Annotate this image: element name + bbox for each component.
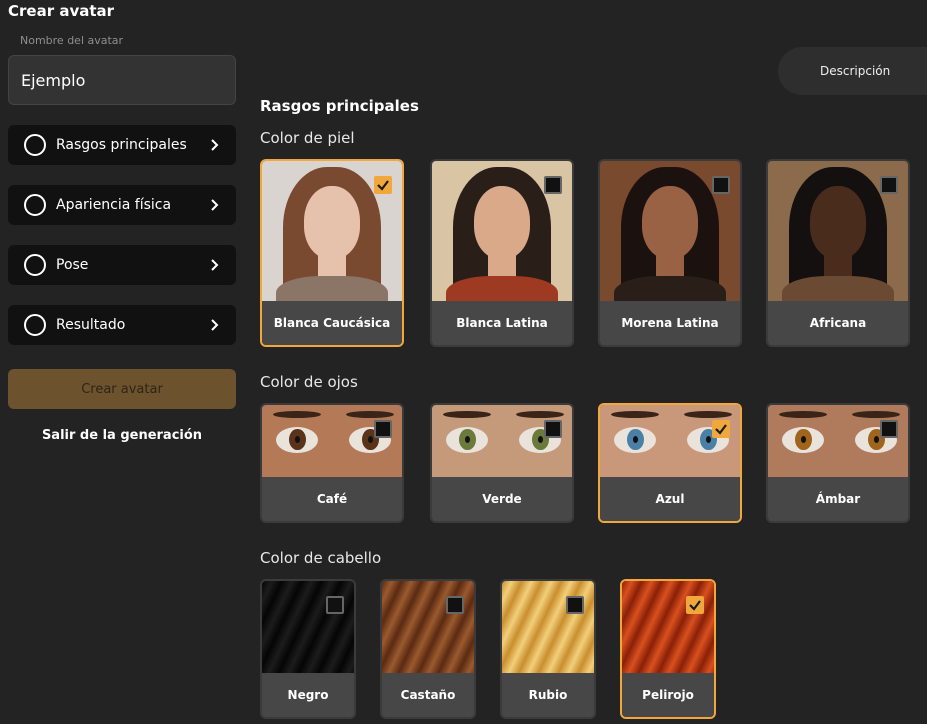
checkbox-unchecked-icon[interactable] — [880, 176, 898, 194]
eye-option-label: Azul — [600, 477, 740, 521]
avatar-name-input[interactable] — [8, 55, 236, 105]
eye-option-image — [600, 405, 740, 477]
hair-option-image — [382, 581, 474, 673]
checkbox-unchecked-icon[interactable] — [544, 420, 562, 438]
checkbox-unchecked-icon[interactable] — [374, 420, 392, 438]
avatar-name-label: Nombre del avatar — [20, 34, 124, 47]
skin-option-card[interactable]: Morena Latina — [598, 159, 742, 347]
checkbox-checked-icon[interactable] — [712, 420, 730, 438]
hair-option-label: Rubio — [502, 673, 594, 717]
step-status-circle-icon — [24, 314, 46, 336]
step-label: Resultado — [56, 317, 126, 333]
page-title: Crear avatar — [8, 2, 115, 20]
hair-option-label: Negro — [262, 673, 354, 717]
skin-option-card[interactable]: Blanca Latina — [430, 159, 574, 347]
eye-option-card[interactable]: Ámbar — [766, 403, 910, 523]
skin-option-label: Blanca Latina — [432, 301, 572, 345]
eye-option-image — [432, 405, 572, 477]
checkbox-unchecked-icon[interactable] — [712, 176, 730, 194]
checkbox-unchecked-icon[interactable] — [566, 596, 584, 614]
step-status-circle-icon — [24, 254, 46, 276]
step-status-circle-icon — [24, 194, 46, 216]
hair-option-card[interactable]: Castaño — [380, 579, 476, 719]
hair-option-image — [622, 581, 714, 673]
checkbox-checked-icon[interactable] — [686, 596, 704, 614]
eye-color-title: Color de ojos — [260, 373, 358, 391]
eye-option-label: Verde — [432, 477, 572, 521]
checkbox-unchecked-icon[interactable] — [880, 420, 898, 438]
hair-option-card[interactable]: Negro — [260, 579, 356, 719]
eye-option-label: Ámbar — [768, 477, 908, 521]
skin-option-label: Blanca Caucásica — [262, 301, 402, 345]
chevron-right-icon — [211, 199, 219, 211]
eye-option-image — [768, 405, 908, 477]
eye-option-card[interactable]: Verde — [430, 403, 574, 523]
skin-color-title: Color de piel — [260, 129, 355, 147]
step-rasgos-principales[interactable]: Rasgos principales — [8, 125, 236, 165]
hair-color-title: Color de cabello — [260, 549, 382, 567]
hair-option-card[interactable]: Rubio — [500, 579, 596, 719]
step-resultado[interactable]: Resultado — [8, 305, 236, 345]
step-label: Pose — [56, 257, 89, 273]
checkbox-unchecked-icon[interactable] — [544, 176, 562, 194]
skin-option-label: Morena Latina — [600, 301, 740, 345]
eye-option-card[interactable]: Café — [260, 403, 404, 523]
hair-option-label: Castaño — [382, 673, 474, 717]
skin-option-card[interactable]: Africana — [766, 159, 910, 347]
create-avatar-button[interactable]: Crear avatar — [8, 369, 236, 409]
chevron-right-icon — [211, 259, 219, 271]
hair-option-card[interactable]: Pelirojo — [620, 579, 716, 719]
step-label: Rasgos principales — [56, 137, 187, 153]
section-title: Rasgos principales — [260, 97, 419, 115]
step-status-circle-icon — [24, 134, 46, 156]
hair-option-image — [502, 581, 594, 673]
eye-option-card[interactable]: Azul — [598, 403, 742, 523]
skin-option-card[interactable]: Blanca Caucásica — [260, 159, 404, 347]
step-apariencia-fisica[interactable]: Apariencia física — [8, 185, 236, 225]
checkbox-checked-icon[interactable] — [374, 176, 392, 194]
hair-option-label: Pelirojo — [622, 673, 714, 717]
skin-option-label: Africana — [768, 301, 908, 345]
checkbox-unchecked-icon[interactable] — [446, 596, 464, 614]
exit-generation-link[interactable]: Salir de la generación — [8, 428, 236, 443]
chevron-right-icon — [211, 139, 219, 151]
sidebar: Crear avatar Nombre del avatar Rasgos pr… — [0, 0, 244, 724]
eye-option-label: Café — [262, 477, 402, 521]
hair-option-image — [262, 581, 354, 673]
tab-descripcion[interactable]: Descripción — [778, 47, 927, 95]
eye-option-image — [262, 405, 402, 477]
chevron-right-icon — [211, 319, 219, 331]
step-label: Apariencia física — [56, 197, 172, 213]
checkbox-unchecked-icon[interactable] — [326, 596, 344, 614]
step-pose[interactable]: Pose — [8, 245, 236, 285]
